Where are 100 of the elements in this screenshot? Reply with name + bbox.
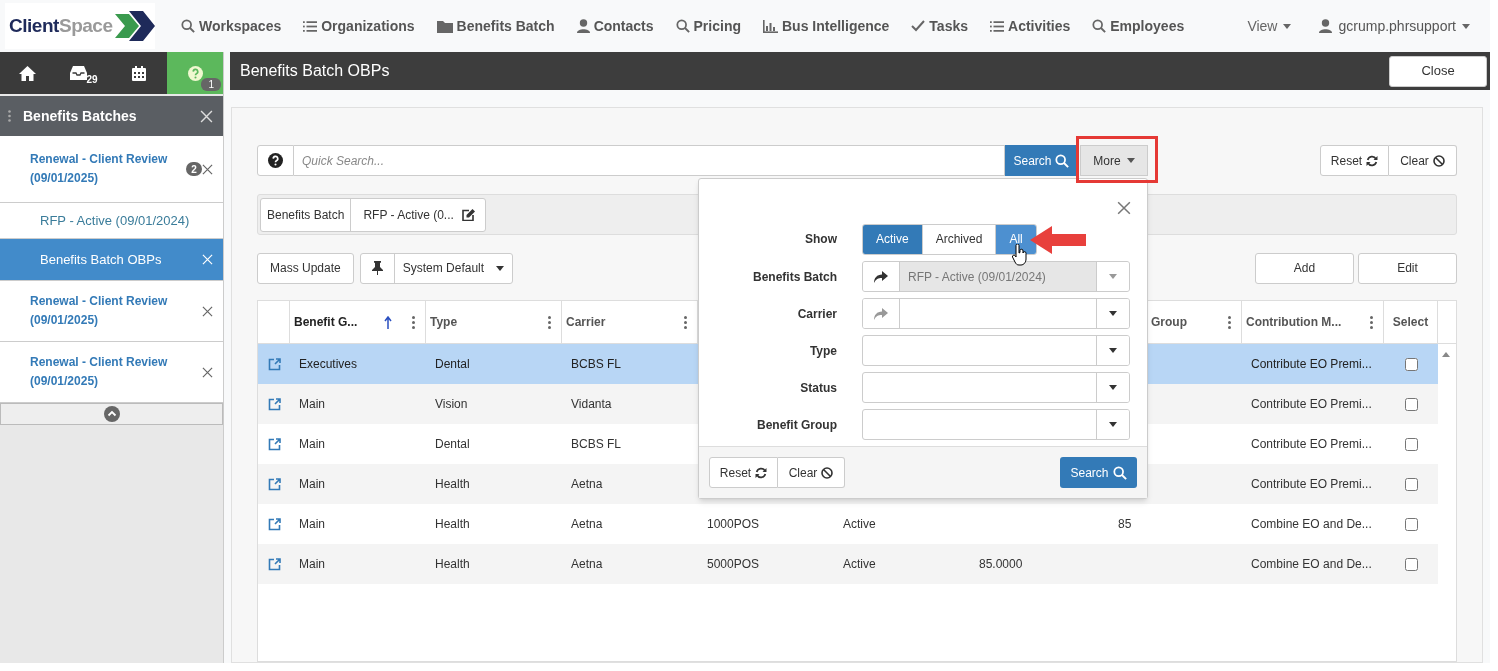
search-button[interactable]: Search (1060, 457, 1137, 488)
row-checkbox[interactable] (1404, 557, 1418, 571)
edit-button[interactable]: Edit (1358, 252, 1457, 284)
table-cell[interactable]: Health (435, 557, 470, 571)
sidebar-item[interactable]: Renewal - Client Review (09/01/2025) (0, 342, 223, 403)
caret-icon (1283, 23, 1292, 29)
help-icon (268, 153, 283, 168)
nav-link[interactable]: Pricing (675, 15, 741, 37)
table-cell[interactable]: BCBS FL (571, 437, 621, 451)
sidebar-item[interactable]: Renewal - Client Review (09/01/2025) (0, 281, 223, 342)
table-cell[interactable]: 5000POS (707, 557, 760, 571)
add-button[interactable]: Add (1255, 252, 1354, 284)
client-space-logo[interactable]: ClientSpace (5, 3, 155, 49)
arrow-icon (1030, 226, 1088, 254)
table-cell[interactable]: 85 (1118, 517, 1132, 531)
view-menu[interactable]: View (1247, 15, 1292, 37)
collapse-bar[interactable] (0, 403, 223, 425)
table-cell[interactable]: Combine EO and De... (1251, 517, 1372, 531)
close-icon (202, 366, 213, 378)
column-header[interactable]: Benefit G... (294, 313, 358, 331)
row-checkbox[interactable] (1404, 517, 1418, 531)
table-cell[interactable]: Contribute EO Premi... (1251, 397, 1372, 411)
row-checkbox[interactable] (1404, 437, 1418, 451)
nav-link[interactable]: Tasks (911, 15, 969, 37)
help-button[interactable] (257, 145, 294, 176)
dropdown-field[interactable] (862, 298, 1130, 329)
check-icon (911, 20, 926, 32)
table-cell[interactable]: 85.0000 (979, 557, 1023, 571)
nav-link[interactable]: Activities (990, 15, 1071, 37)
table-cell[interactable]: Contribute EO Premi... (1251, 477, 1372, 491)
search-button[interactable]: Search (1005, 145, 1077, 176)
table-cell[interactable]: Combine EO and De... (1251, 557, 1372, 571)
open-link[interactable] (267, 437, 281, 451)
user-icon (576, 19, 590, 33)
row-checkbox[interactable] (1404, 477, 1418, 491)
column-header[interactable]: Group (1151, 313, 1187, 331)
nav-link[interactable]: Bus Intelligence (763, 15, 890, 37)
more-button[interactable]: More (1080, 145, 1148, 176)
open-link[interactable] (267, 477, 281, 491)
column-header[interactable]: Type (430, 313, 458, 331)
open-link[interactable] (267, 517, 281, 531)
table-cell[interactable]: Aetna (571, 517, 603, 531)
table-cell[interactable]: Main (299, 397, 325, 411)
column-header[interactable]: Carrier (566, 313, 606, 331)
reset-button[interactable]: Reset (709, 457, 778, 488)
column-header[interactable]: Select (1392, 313, 1429, 331)
table-cell[interactable]: 1000POS (707, 517, 760, 531)
table-cell[interactable]: Health (435, 517, 470, 531)
nav-link[interactable]: Employees (1092, 15, 1185, 37)
hand-cursor-icon (1012, 244, 1028, 266)
sidebar-tab[interactable]: 1 (167, 52, 223, 94)
sidebar-tab[interactable]: 29 (55, 52, 112, 94)
table-cell[interactable]: Dental (435, 437, 470, 451)
clear-button[interactable]: Clear (1389, 145, 1457, 176)
table-cell[interactable]: Vidanta (571, 397, 612, 411)
table-cell[interactable]: Contribute EO Premi... (1251, 437, 1372, 451)
row-checkbox[interactable] (1404, 357, 1418, 371)
table-cell[interactable]: Aetna (571, 477, 603, 491)
row-checkbox[interactable] (1404, 397, 1418, 411)
sidebar-item[interactable]: RFP - Active (09/01/2024) (0, 203, 223, 239)
nav-link[interactable]: Benefits Batch (436, 15, 555, 37)
table-cell[interactable]: Main (299, 517, 325, 531)
kebab-menu-icon (548, 315, 551, 329)
breadcrumb-item[interactable]: Benefits Batch (261, 198, 351, 231)
mass-update-button[interactable]: Mass Update (257, 252, 354, 284)
sidebar-item[interactable]: Renewal - Client Review (09/01/2025) 2 (0, 136, 223, 203)
field-label: Status (799, 379, 837, 397)
open-link[interactable] (267, 357, 281, 371)
sidebar-item[interactable]: Benefits Batch OBPs (0, 239, 223, 281)
nav-link[interactable]: Contacts (576, 15, 654, 37)
nav-link[interactable]: Organizations (303, 15, 415, 37)
column-header[interactable]: Contribution M... (1246, 313, 1342, 331)
dropdown-field[interactable] (862, 409, 1130, 440)
table-cell[interactable]: Dental (435, 357, 470, 371)
nav-link[interactable]: Workspaces (181, 15, 282, 37)
table-cell[interactable]: Main (299, 437, 325, 451)
ban-icon (821, 466, 834, 479)
clear-button[interactable]: Clear (778, 457, 845, 488)
breadcrumb-item[interactable]: RFP - Active (0... (350, 198, 485, 231)
segment-option[interactable]: Active (863, 224, 922, 254)
kebab-menu-icon (412, 315, 415, 329)
close-button[interactable]: Close (1389, 55, 1487, 87)
table-cell[interactable]: Active (843, 517, 876, 531)
table-cell[interactable]: BCBS FL (571, 357, 621, 371)
dropdown-field[interactable] (862, 335, 1130, 366)
reset-button[interactable]: Reset (1320, 145, 1389, 176)
table-cell[interactable]: Active (843, 557, 876, 571)
dropdown-field[interactable] (862, 372, 1130, 403)
quick-search-field[interactable]: Quick Search... (294, 145, 1005, 176)
forward-arrow-icon (874, 307, 888, 320)
table-cell[interactable]: Executives (299, 357, 358, 371)
table-cell[interactable]: Health (435, 477, 470, 491)
table-cell[interactable]: Contribute EO Premi... (1251, 357, 1372, 371)
table-cell[interactable]: Main (299, 477, 325, 491)
table-cell[interactable]: Vision (435, 397, 468, 411)
open-link[interactable] (267, 557, 281, 571)
user-menu[interactable]: gcrump.phrsupport (1319, 15, 1470, 37)
open-link[interactable] (267, 397, 281, 411)
table-cell[interactable]: Aetna (571, 557, 603, 571)
table-cell[interactable]: Main (299, 557, 325, 571)
